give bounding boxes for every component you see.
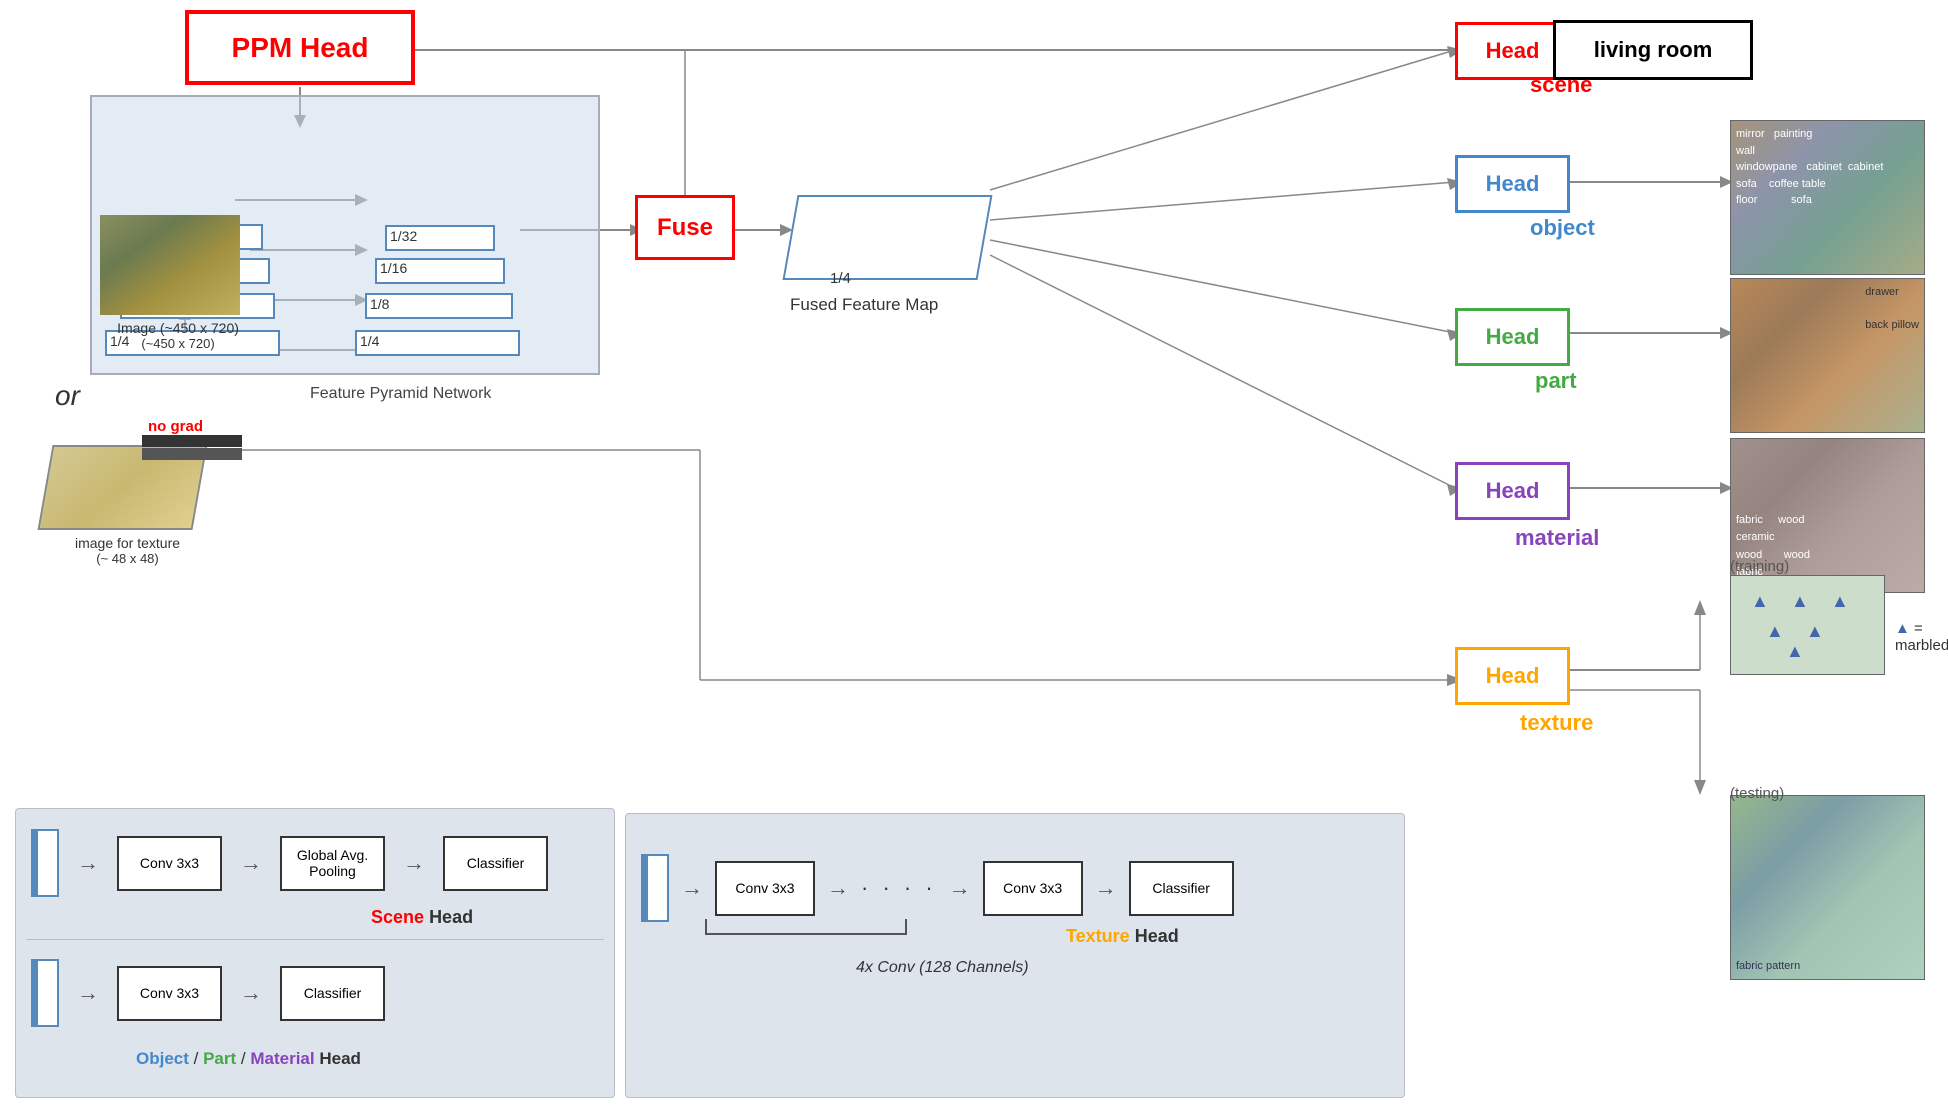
bottom-section-left: → Conv 3x3 → Global Avg. Pooling → Class… [15,808,615,1098]
living-room-label: living room [1594,37,1713,63]
opm-conv3x3: Conv 3x3 [117,966,222,1021]
opm-classifier: Classifier [280,966,385,1021]
head-part-label: Head [1486,324,1540,350]
diagram-container: PPM Head Feature Pyramid Network 1/4 1/8… [0,0,1948,1113]
fuse-box: Fuse [635,195,735,260]
part-result-img: drawerback pillow [1730,278,1925,433]
fuse-label: Fuse [657,214,713,242]
input-image [100,215,240,315]
texture-conv2: Conv 3x3 [983,861,1083,916]
image-label: Image (~450 x 720) (~450 x 720) [108,320,248,351]
texture-head-label: Texture Head [1066,926,1179,947]
or-label: or [55,380,80,412]
global-avg-pool: Global Avg. Pooling [280,836,385,891]
fpn-label-132: 1/32 [390,228,417,244]
head-part-box: Head [1455,308,1570,366]
scene-head-label: Scene Head [371,907,473,928]
object-result-img: mirror paintingwallwindowpane cabinet ca… [1730,120,1925,275]
head-material-label: Head [1486,478,1540,504]
ppm-head-label: PPM Head [232,32,369,64]
fused-map-label: Fused Feature Map [790,295,938,315]
material-sublabel: material [1515,525,1599,551]
marbled-label: ▲ = marbled [1895,620,1948,654]
object-sublabel: object [1530,215,1595,241]
head-texture-label: Head [1486,663,1540,689]
texture-sublabel: texture [1520,710,1593,736]
testing-result-img: fabric pattern [1730,795,1925,980]
fraction-14-label: 1/4 [830,270,851,287]
scene-classifier: Classifier [443,836,548,891]
scene-conv3x3: Conv 3x3 [117,836,222,891]
opm-input-block [31,959,59,1027]
four-x-conv-label: 4x Conv (128 Channels) [856,959,1029,977]
ppm-head-box: PPM Head [185,10,415,85]
testing-label: (testing) [1730,785,1784,802]
fpn-label: Feature Pyramid Network [310,385,491,403]
no-grad-label: no grad [148,418,203,435]
fpn-label-14: 1/4 [360,333,379,349]
no-grad-bar1 [142,435,242,447]
fpn-label-18: 1/8 [370,296,389,312]
bottom-section-right: → Conv 3x3 → · · · · → Conv 3x3 → Classi… [625,813,1405,1098]
head-material-box: Head [1455,462,1570,520]
living-room-box: living room [1553,20,1753,80]
conv-dots: · · · · [861,875,937,901]
training-marbled-img: ▲ ▲ ▲ ▲ ▲ ▲ [1730,575,1885,675]
texture-conv1: Conv 3x3 [715,861,815,916]
head-object-label: Head [1486,171,1540,197]
head-object-box: Head [1455,155,1570,213]
training-label: (training) [1730,558,1789,575]
opm-head-label: Object / Part / Material Head [136,1049,361,1069]
texture-input-block [641,854,669,922]
head-texture-box: Head [1455,647,1570,705]
fpn-layer-14 [355,330,520,356]
fpn-label-116: 1/16 [380,260,407,276]
part-sublabel: part [1535,368,1577,394]
fused-feature-map [783,195,993,280]
scene-input-block [31,829,59,897]
texture-classifier: Classifier [1129,861,1234,916]
head-scene-label: Head [1486,38,1540,64]
texture-image-label: image for texture (~ 48 x 48) [40,535,215,566]
no-grad-bar2 [142,448,242,460]
